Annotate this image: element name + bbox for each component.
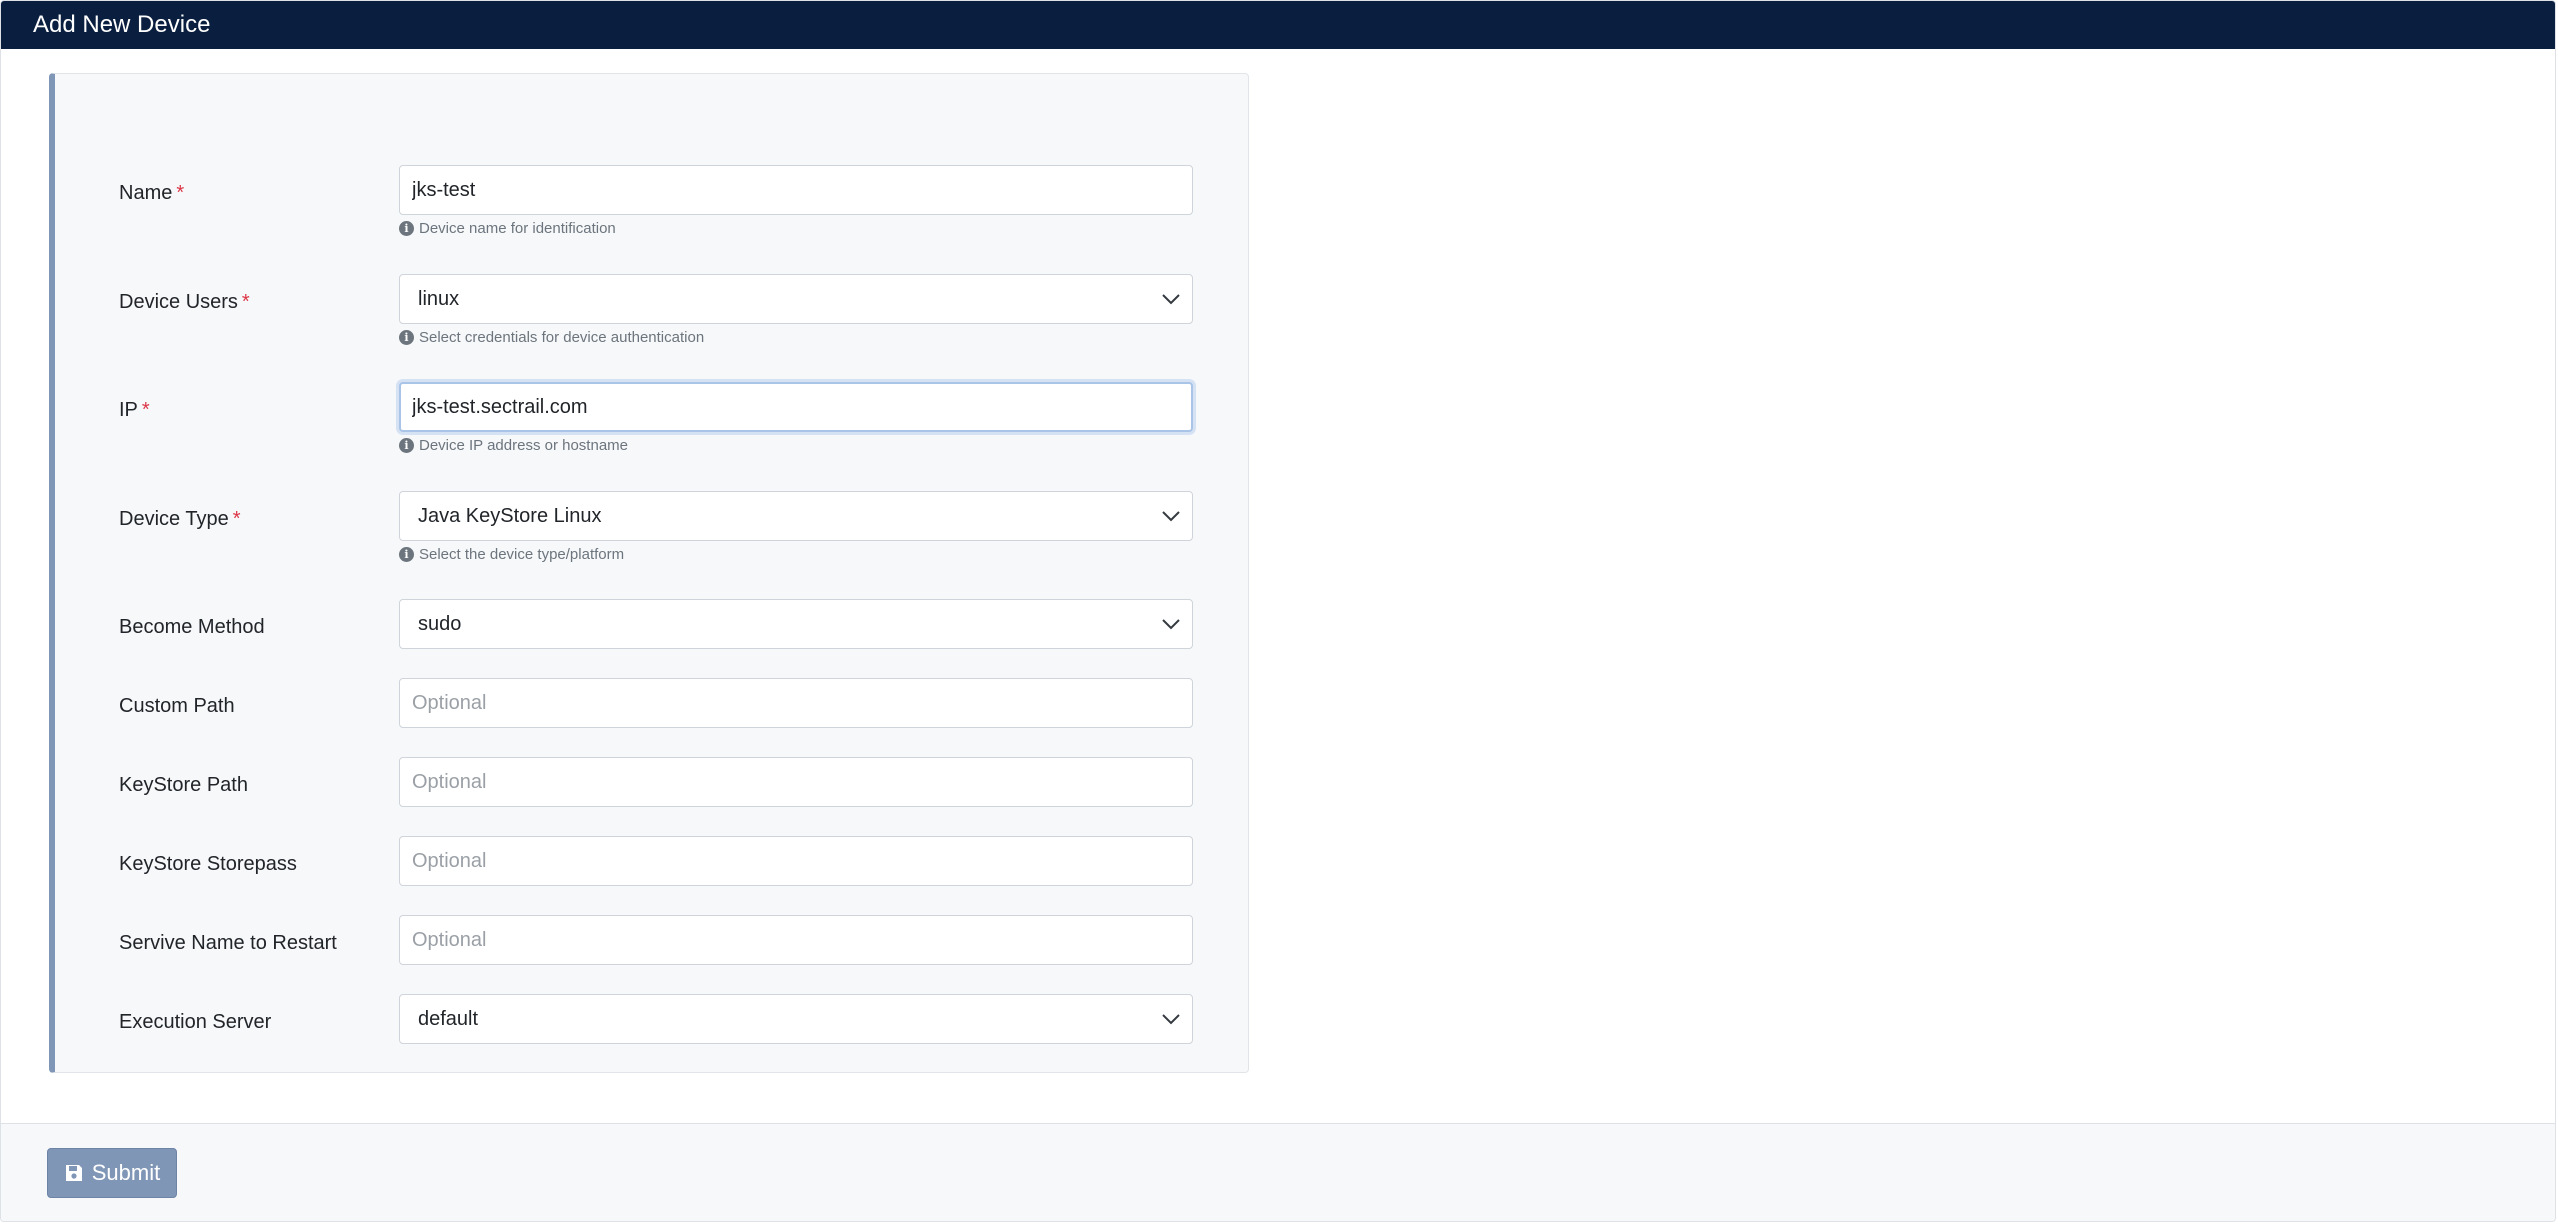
required-marker: * — [141, 399, 150, 421]
keystore-storepass-label: KeyStore Storepass — [119, 853, 297, 875]
info-circle-icon: i — [399, 547, 414, 562]
info-circle-icon: i — [399, 221, 414, 236]
device-type-help: i Select the device type/platform — [399, 546, 624, 563]
execution-server-label: Execution Server — [119, 1011, 272, 1033]
ip-input[interactable] — [399, 382, 1193, 432]
chevron-down-icon — [1162, 511, 1180, 522]
service-name-input[interactable] — [399, 915, 1193, 965]
add-device-card: Add New Device Name* iDevice name for id… — [0, 0, 2556, 1222]
form-footer: Submit — [1, 1123, 2555, 1221]
service-name-label: Servive Name to Restart — [119, 932, 337, 954]
device-type-select[interactable]: Java KeyStore Linux — [399, 491, 1193, 541]
submit-label: Submit — [91, 1160, 161, 1185]
device-form: Name* iDevice name for identification De… — [49, 73, 1249, 1073]
chevron-down-icon — [1162, 619, 1180, 630]
keystore-path-input[interactable] — [399, 757, 1193, 807]
custom-path-label: Custom Path — [119, 695, 235, 717]
info-circle-icon: i — [399, 330, 414, 345]
required-marker: * — [241, 291, 250, 313]
become-method-label: Become Method — [119, 616, 265, 638]
ip-label: IP * — [119, 399, 150, 421]
device-users-label: Device Users * — [119, 291, 250, 313]
execution-server-select[interactable]: default — [399, 994, 1193, 1044]
ip-help: i Device IP address or hostname — [399, 437, 628, 454]
required-marker: * — [232, 508, 241, 530]
device-users-help: i Select credentials for device authentic… — [399, 329, 704, 346]
name-label: Name * — [119, 182, 185, 204]
become-method-value: sudo — [418, 612, 462, 635]
device-users-select[interactable]: linux — [399, 274, 1193, 324]
name-input[interactable] — [399, 165, 1193, 215]
device-type-value: Java KeyStore Linux — [418, 504, 602, 527]
execution-server-value: default — [418, 1007, 479, 1030]
floppy-disk-icon — [65, 1165, 82, 1181]
info-circle-icon: i — [399, 438, 414, 453]
keystore-path-label: KeyStore Path — [119, 774, 248, 796]
chevron-down-icon — [1162, 294, 1180, 305]
custom-path-input[interactable] — [399, 678, 1193, 728]
device-users-value: linux — [418, 287, 460, 310]
page-title: Add New Device — [1, 1, 2555, 49]
become-method-select[interactable]: sudo — [399, 599, 1193, 649]
chevron-down-icon — [1162, 1014, 1180, 1025]
submit-button[interactable]: Submit — [47, 1148, 177, 1198]
keystore-storepass-input[interactable] — [399, 836, 1193, 886]
name-help: i Device name for identification — [399, 220, 616, 237]
required-marker: * — [176, 182, 185, 204]
device-type-label: Device Type * — [119, 508, 241, 530]
